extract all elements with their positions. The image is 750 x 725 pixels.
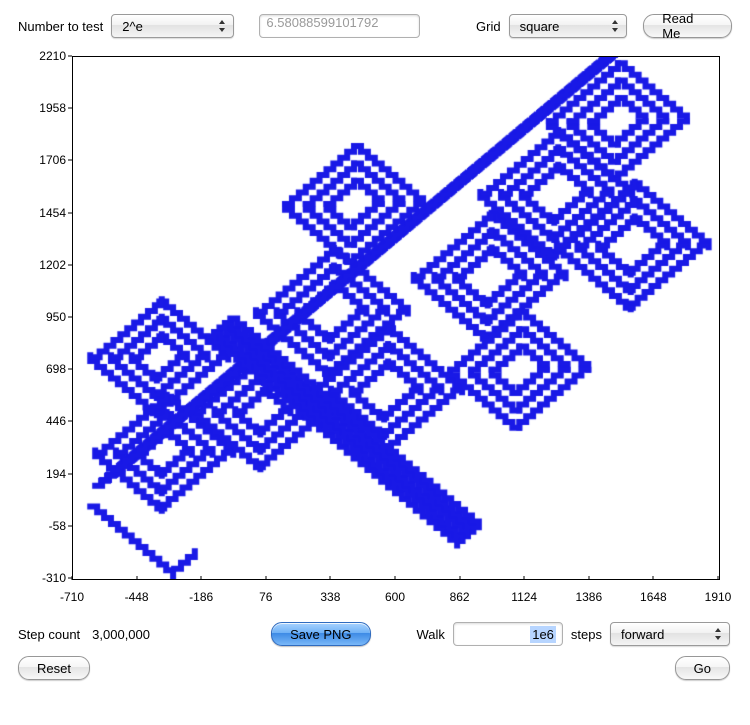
- y-axis-tick-label: -58: [18, 519, 66, 533]
- x-axis-tick-label: -448: [125, 590, 149, 604]
- y-axis-tick-label: 698: [18, 362, 66, 376]
- x-axis-tick-label: 600: [385, 590, 405, 604]
- chevron-updown-icon: [711, 625, 725, 643]
- grid-select[interactable]: square: [509, 14, 628, 38]
- x-axis-tick-label: -710: [60, 590, 84, 604]
- number-to-test-label: Number to test: [18, 19, 103, 34]
- y-axis-tick-label: 194: [18, 467, 66, 481]
- save-png-button[interactable]: Save PNG: [271, 622, 370, 646]
- readme-button-label: Read Me: [662, 11, 713, 41]
- y-axis-tick-label: 1202: [18, 258, 66, 272]
- chevron-updown-icon: [608, 17, 622, 35]
- number-value-field[interactable]: 6.58088599101792: [259, 14, 419, 38]
- readme-button[interactable]: Read Me: [643, 14, 732, 38]
- x-axis-tick-label: 1386: [575, 590, 602, 604]
- reset-button-label: Reset: [37, 661, 71, 676]
- number-select[interactable]: 2^e: [111, 14, 234, 38]
- x-axis-tick-label: 338: [320, 590, 340, 604]
- x-axis-tick-label: 862: [450, 590, 470, 604]
- y-axis-tick-label: 1958: [18, 101, 66, 115]
- x-axis-tick-label: 76: [259, 590, 272, 604]
- walk-steps-field[interactable]: 1e6: [453, 622, 563, 646]
- number-value-text: 6.58088599101792: [266, 15, 378, 30]
- save-png-button-label: Save PNG: [290, 627, 351, 642]
- step-count-label: Step count: [18, 627, 80, 642]
- go-button-label: Go: [694, 661, 711, 676]
- go-button[interactable]: Go: [675, 656, 730, 680]
- grid-label: Grid: [476, 19, 501, 34]
- x-axis-tick-label: 1124: [511, 590, 537, 604]
- walk-canvas: [73, 57, 719, 579]
- plot-box: 2210 1958 1706 1454 1202 950 698 446 194 -58 -310 -…: [18, 48, 732, 608]
- direction-select-value: forward: [621, 627, 664, 642]
- y-axis-tick-label: 950: [18, 310, 66, 324]
- reset-button[interactable]: Reset: [18, 656, 90, 680]
- y-axis-tick-label: 2210: [18, 49, 66, 63]
- walk-label: Walk: [417, 627, 445, 642]
- x-axis-tick-label: 1648: [640, 590, 667, 604]
- plot-area: [72, 56, 720, 580]
- y-axis-tick-label: 446: [18, 414, 66, 428]
- step-count-value: 3,000,000: [92, 627, 150, 642]
- y-axis-tick-label: 1706: [18, 153, 66, 167]
- y-axis-tick-label: 1454: [18, 206, 66, 220]
- x-axis-tick-label: 1910: [705, 590, 732, 604]
- walk-steps-value: 1e6: [530, 626, 556, 643]
- chevron-updown-icon: [215, 17, 229, 35]
- grid-select-value: square: [520, 19, 560, 34]
- x-axis-tick-label: -186: [189, 590, 213, 604]
- y-axis-tick-label: -310: [18, 571, 66, 585]
- number-select-value: 2^e: [122, 19, 143, 34]
- steps-label: steps: [571, 627, 602, 642]
- direction-select[interactable]: forward: [610, 622, 730, 646]
